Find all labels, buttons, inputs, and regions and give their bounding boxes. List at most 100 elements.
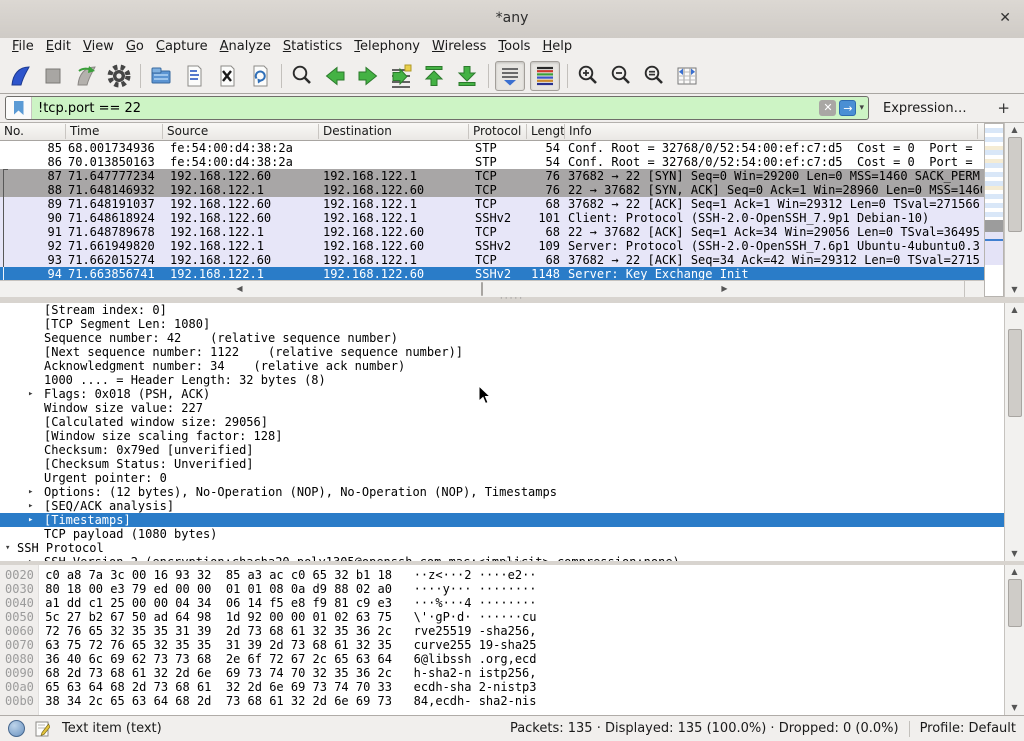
expand-icon[interactable]: ▸ [28, 485, 33, 499]
menu-analyze[interactable]: Analyze [214, 38, 277, 55]
detail-line[interactable]: ▸Flags: 0x018 (PSH, ACK) [0, 387, 1004, 401]
detail-line[interactable]: [Calculated window size: 29056] [0, 415, 1004, 429]
detail-line[interactable]: Urgent pointer: 0 [0, 471, 1004, 485]
expand-icon[interactable]: ▸ [28, 499, 33, 513]
detail-line[interactable]: TCP payload (1080 bytes) [0, 527, 1004, 541]
packet-row-88[interactable]: 8871.648146932192.168.122.1192.168.122.6… [0, 183, 984, 197]
zoom-reset-icon[interactable] [640, 62, 668, 90]
stop-capture-icon[interactable] [39, 62, 67, 90]
detail-line[interactable]: Sequence number: 42 (relative sequence n… [0, 331, 1004, 345]
detail-line[interactable]: [TCP Segment Len: 1080] [0, 317, 1004, 331]
column-header-no[interactable]: No. [0, 124, 66, 139]
expand-icon[interactable]: ▸ [28, 387, 33, 401]
menu-go[interactable]: Go [120, 38, 150, 55]
column-header-source[interactable]: Source [163, 124, 319, 139]
go-to-packet-icon[interactable] [387, 62, 415, 90]
packet-row-87[interactable]: 8771.647777234192.168.122.60192.168.122.… [0, 169, 984, 183]
hex-row[interactable]: 00b0 38 34 2c 65 63 64 68 2d 73 68 61 32… [0, 694, 1004, 708]
scroll-down-icon[interactable]: ▼ [1005, 701, 1024, 715]
menu-edit[interactable]: Edit [40, 38, 77, 55]
bytes-vscrollbar[interactable]: ▲ ▼ [1004, 565, 1024, 715]
detail-line[interactable]: Acknowledgment number: 34 (relative ack … [0, 359, 1004, 373]
clear-filter-icon[interactable]: ✕ [819, 100, 836, 116]
detail-line[interactable]: [Checksum Status: Unverified] [0, 457, 1004, 471]
expand-icon[interactable]: ▸ [28, 513, 33, 527]
scroll-up-icon[interactable]: ▲ [1005, 303, 1024, 317]
details-vscrollbar[interactable]: ▲ ▼ [1004, 303, 1024, 561]
packet-row-89[interactable]: 8971.648191037192.168.122.60192.168.122.… [0, 197, 984, 211]
hex-row[interactable]: 0040 a1 dd c1 25 00 00 04 34 06 14 f5 e8… [0, 596, 1004, 610]
vscroll-thumb[interactable] [1008, 137, 1022, 232]
go-back-icon[interactable] [321, 62, 349, 90]
detail-line[interactable]: ▸[SEQ/ACK analysis] [0, 499, 1004, 513]
capture-comment-icon[interactable] [35, 721, 50, 737]
detail-line[interactable]: [Window size scaling factor: 128] [0, 429, 1004, 443]
packet-row-91[interactable]: 9171.648789678192.168.122.1192.168.122.6… [0, 225, 984, 239]
packet-row-85[interactable]: 8568.001734936fe:54:00:d4:38:2aSTP54Conf… [0, 141, 984, 155]
menu-help[interactable]: Help [536, 38, 578, 55]
packet-row-94[interactable]: 9471.663856741192.168.122.1192.168.122.6… [0, 267, 984, 281]
hscroll-thumb[interactable] [481, 282, 483, 296]
capture-options-icon[interactable] [105, 62, 133, 90]
detail-line[interactable]: 1000 .... = Header Length: 32 bytes (8) [0, 373, 1004, 387]
detail-line[interactable]: ▸[Timestamps] [0, 513, 1004, 527]
profile-text[interactable]: Profile: Default [920, 721, 1016, 736]
menu-capture[interactable]: Capture [150, 38, 214, 55]
apply-filter-icon[interactable]: → [839, 100, 856, 116]
column-header-protocol[interactable]: Protocol [469, 124, 527, 139]
scroll-up-icon[interactable]: ▲ [1005, 565, 1024, 579]
hex-row[interactable]: 0080 36 40 6c 69 62 73 73 68 2e 6f 72 67… [0, 652, 1004, 666]
title-bar[interactable]: *any ✕ [0, 0, 1024, 39]
start-capture-icon[interactable] [6, 62, 34, 90]
packet-row-86[interactable]: 8670.013850163fe:54:00:d4:38:2aSTP54Conf… [0, 155, 984, 169]
close-file-icon[interactable] [213, 62, 241, 90]
menu-tools[interactable]: Tools [492, 38, 536, 55]
packet-list-header[interactable]: No.TimeSourceDestinationProtocolLengthIn… [0, 123, 984, 141]
scroll-down-icon[interactable]: ▼ [1005, 283, 1024, 297]
reload-file-icon[interactable] [246, 62, 274, 90]
scroll-left-icon[interactable]: ◀ [0, 282, 479, 296]
auto-scroll-icon[interactable] [495, 61, 525, 91]
go-forward-icon[interactable] [354, 62, 382, 90]
display-filter-input[interactable] [32, 101, 819, 116]
packet-list-hscrollbar[interactable]: ◀ ▶ [0, 280, 964, 297]
packet-list-minimap[interactable] [984, 123, 1004, 297]
packet-row-93[interactable]: 9371.662015274192.168.122.60192.168.122.… [0, 253, 984, 267]
resize-columns-icon[interactable] [673, 62, 701, 90]
go-last-icon[interactable] [453, 62, 481, 90]
filter-bookmark-button[interactable] [6, 97, 32, 119]
save-file-icon[interactable] [180, 62, 208, 90]
column-header-info[interactable]: Info [565, 124, 978, 139]
column-header-time[interactable]: Time [66, 124, 163, 139]
menu-statistics[interactable]: Statistics [277, 38, 348, 55]
menu-view[interactable]: View [77, 38, 120, 55]
close-window-icon[interactable]: ✕ [999, 10, 1011, 26]
menu-wireless[interactable]: Wireless [426, 38, 492, 55]
detail-line[interactable]: Checksum: 0x79ed [unverified] [0, 443, 1004, 457]
scroll-right-icon[interactable]: ▶ [485, 282, 964, 296]
collapse-icon[interactable]: ▾ [5, 541, 10, 555]
vscroll-thumb[interactable] [1008, 329, 1022, 417]
packet-row-92[interactable]: 9271.661949820192.168.122.1192.168.122.6… [0, 239, 984, 253]
expert-info-icon[interactable] [8, 720, 25, 737]
hex-row[interactable]: 0030 80 18 00 e3 79 ed 00 00 01 01 08 0a… [0, 582, 1004, 596]
hex-row[interactable]: 00a0 65 63 64 68 2d 73 68 61 32 2d 6e 69… [0, 680, 1004, 694]
filter-history-caret-icon[interactable]: ▾ [859, 103, 864, 113]
hex-row[interactable]: 0050 5c 27 b2 67 50 ad 64 98 1d 92 00 00… [0, 610, 1004, 624]
expression-button[interactable]: Expression… [883, 101, 967, 116]
detail-line[interactable]: [Stream index: 0] [0, 303, 1004, 317]
colorize-packets-icon[interactable] [530, 61, 560, 91]
hex-dump[interactable]: 0020 c0 a8 7a 3c 00 16 93 32 85 a3 ac c0… [0, 565, 1004, 715]
packet-row-90[interactable]: 9071.648618924192.168.122.60192.168.122.… [0, 211, 984, 225]
column-header-destination[interactable]: Destination [319, 124, 469, 139]
menu-telephony[interactable]: Telephony [348, 38, 426, 55]
hex-row[interactable]: 0060 72 76 65 32 35 35 31 39 2d 73 68 61… [0, 624, 1004, 638]
display-filter-field[interactable]: ✕ → ▾ [5, 96, 869, 120]
zoom-in-icon[interactable] [574, 62, 602, 90]
detail-line[interactable]: Window size value: 227 [0, 401, 1004, 415]
detail-line[interactable]: ▾SSH Protocol [0, 541, 1004, 555]
hex-row[interactable]: 0090 68 2d 73 68 61 32 2d 6e 69 73 74 70… [0, 666, 1004, 680]
hex-row[interactable]: 0020 c0 a8 7a 3c 00 16 93 32 85 a3 ac c0… [0, 568, 1004, 582]
add-filter-button[interactable]: + [997, 99, 1010, 117]
open-file-icon[interactable] [147, 62, 175, 90]
